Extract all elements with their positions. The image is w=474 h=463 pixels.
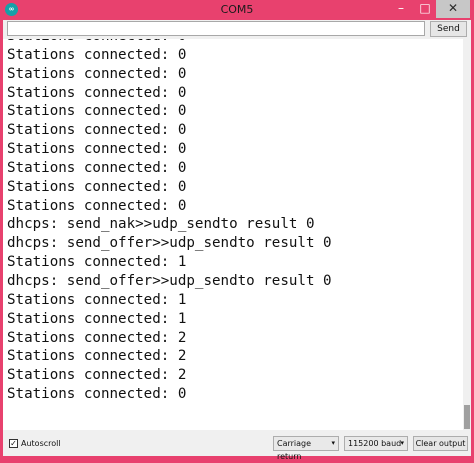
output-line: dhcps: send_nak>>udp_sendto result 0 [7,216,315,233]
output-line: Stations connected: 0 [7,386,187,403]
output-line: dhcps: send_offer>>udp_sendto result 0 [7,235,332,252]
output-line: Stations connected: 0 [7,84,187,101]
output-line: Stations connected: 1 [7,291,187,308]
output-line: Stations connected: 0 [7,46,187,63]
scrollbar[interactable] [463,39,471,430]
output-line: Stations connected: 1 [7,254,187,271]
baud-rate-select[interactable]: 115200 baud ▾ [344,436,408,451]
output-lines: Stations connected: 0 Stations connected:… [7,39,332,404]
output-line: Stations connected: 0 [7,122,187,139]
chevron-down-icon: ▾ [400,439,404,447]
send-button[interactable]: Send [430,21,467,37]
clear-output-button[interactable]: Clear output [413,436,468,451]
output-line: Stations connected: 0 [7,103,187,120]
bottom-toolbar: ✓ Autoscroll Carriage return ▾ 115200 ba… [3,434,471,461]
minimize-button[interactable]: – [390,0,412,18]
line-ending-value: Carriage return [277,439,312,461]
output-line: Stations connected: 0 [7,39,332,46]
output-line: Stations connected: 0 [7,141,187,158]
chevron-down-icon: ▾ [331,439,335,447]
output-line: Stations connected: 1 [7,310,187,327]
output-line: Stations connected: 0 [7,159,187,176]
autoscroll-checkbox[interactable]: ✓ [9,439,18,448]
output-line: Stations connected: 2 [7,367,187,384]
title-bar: ∞ COM5 – □ ✕ [0,0,474,20]
scroll-thumb[interactable] [464,405,470,429]
output-line: Stations connected: 2 [7,348,187,365]
baud-rate-value: 115200 baud [348,439,402,448]
close-button[interactable]: ✕ [436,0,470,18]
output-line: dhcps: send_offer>>udp_sendto result 0 [7,272,332,289]
serial-output: Stations connected: 0 Stations connected:… [3,39,471,430]
output-line: Stations connected: 0 [7,65,187,82]
output-line: Stations connected: 2 [7,329,187,346]
output-line: Stations connected: 0 [7,197,187,214]
output-line: Stations connected: 0 [7,178,187,195]
serial-input[interactable] [7,21,425,36]
maximize-button[interactable]: □ [414,0,436,18]
serial-monitor: Send Stations connected: 0 Stations conne… [3,20,471,461]
autoscroll-label: Autoscroll [21,439,61,448]
line-ending-select[interactable]: Carriage return ▾ [273,436,339,461]
